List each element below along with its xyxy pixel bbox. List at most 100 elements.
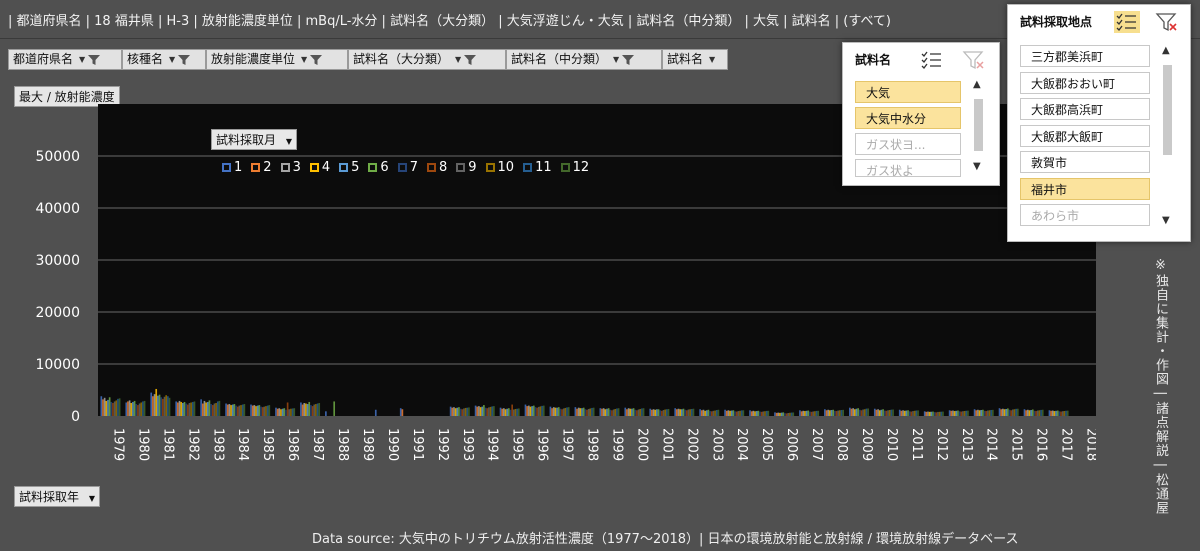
bar[interactable]	[157, 395, 159, 416]
bar[interactable]	[730, 410, 733, 416]
bar[interactable]	[609, 409, 612, 416]
bar[interactable]	[616, 408, 618, 416]
scroll-down-icon[interactable]: ▼	[1162, 215, 1170, 226]
bar[interactable]	[456, 407, 459, 416]
bar[interactable]	[905, 410, 908, 416]
bar[interactable]	[757, 410, 760, 416]
bar[interactable]	[636, 410, 638, 416]
bar[interactable]	[562, 408, 565, 416]
bar[interactable]	[1041, 409, 1044, 416]
bar[interactable]	[268, 405, 271, 416]
bar[interactable]	[817, 410, 820, 416]
bar[interactable]	[657, 409, 660, 416]
bar[interactable]	[451, 407, 454, 416]
bar[interactable]	[516, 408, 518, 416]
bar[interactable]	[105, 400, 108, 416]
bar[interactable]	[1048, 410, 1051, 416]
bar[interactable]	[1035, 411, 1037, 416]
bar[interactable]	[489, 406, 492, 416]
bar[interactable]	[478, 406, 480, 416]
bar[interactable]	[301, 404, 304, 416]
bar[interactable]	[674, 408, 677, 416]
bar[interactable]	[315, 404, 317, 416]
bar[interactable]	[333, 401, 336, 416]
bar[interactable]	[814, 411, 816, 416]
bar[interactable]	[735, 411, 738, 416]
bar[interactable]	[561, 409, 563, 416]
slicer-item[interactable]: 三方郡美浜町	[1020, 45, 1150, 67]
bar[interactable]	[863, 409, 866, 416]
bar[interactable]	[629, 408, 632, 416]
bar[interactable]	[987, 410, 989, 416]
bar[interactable]	[499, 407, 502, 416]
bar[interactable]	[293, 408, 296, 416]
bar[interactable]	[930, 411, 933, 416]
bar[interactable]	[860, 410, 863, 416]
bar[interactable]	[832, 409, 835, 416]
bar[interactable]	[749, 410, 751, 416]
bar[interactable]	[261, 407, 264, 416]
bar[interactable]	[656, 409, 658, 416]
bar[interactable]	[927, 411, 929, 416]
bar[interactable]	[700, 410, 703, 416]
bar[interactable]	[1012, 409, 1014, 417]
bar[interactable]	[681, 409, 683, 416]
bar[interactable]	[852, 408, 854, 416]
bar[interactable]	[666, 409, 668, 416]
bar[interactable]	[709, 411, 711, 416]
bar[interactable]	[614, 408, 617, 416]
slicer-item[interactable]: 大飯郡おおい町	[1020, 71, 1150, 94]
bar[interactable]	[1058, 411, 1061, 416]
bar[interactable]	[759, 411, 761, 416]
bar[interactable]	[556, 407, 558, 416]
bar[interactable]	[100, 396, 103, 416]
bar[interactable]	[973, 409, 976, 416]
bar[interactable]	[459, 408, 462, 416]
bar[interactable]	[265, 406, 267, 416]
bar[interactable]	[942, 411, 944, 416]
slicer-item[interactable]: あわら市	[1020, 204, 1150, 226]
bar[interactable]	[1033, 410, 1036, 416]
bar[interactable]	[476, 406, 479, 416]
slicer-item[interactable]: 大飯郡高浜町	[1020, 98, 1150, 120]
bar[interactable]	[128, 400, 131, 416]
bar[interactable]	[684, 409, 686, 416]
bar[interactable]	[992, 409, 994, 416]
bar[interactable]	[290, 408, 292, 416]
bar[interactable]	[165, 395, 168, 416]
bar[interactable]	[815, 410, 818, 416]
bar[interactable]	[734, 411, 736, 416]
bar[interactable]	[867, 408, 869, 416]
bar[interactable]	[1005, 408, 1008, 416]
bar[interactable]	[458, 407, 460, 416]
bar[interactable]	[464, 407, 467, 416]
bar[interactable]	[702, 409, 705, 416]
bar[interactable]	[606, 408, 608, 416]
bar[interactable]	[130, 403, 133, 416]
bar[interactable]	[103, 397, 106, 416]
bar[interactable]	[118, 398, 121, 416]
bar[interactable]	[163, 396, 166, 416]
bar[interactable]	[554, 407, 557, 416]
bar[interactable]	[311, 406, 314, 416]
scrollbar-thumb[interactable]	[974, 99, 983, 151]
bar[interactable]	[133, 400, 136, 416]
bar[interactable]	[1060, 411, 1062, 416]
filter-unit[interactable]: 放射能濃度単位 ▼	[206, 49, 348, 70]
bar[interactable]	[461, 409, 464, 416]
bar[interactable]	[980, 410, 983, 416]
bar[interactable]	[177, 402, 179, 416]
bar[interactable]	[211, 405, 214, 416]
bar[interactable]	[230, 405, 232, 416]
bar[interactable]	[180, 401, 182, 416]
bar[interactable]	[785, 413, 788, 416]
bar[interactable]	[537, 406, 540, 416]
clear-filter-icon[interactable]	[961, 49, 987, 71]
bar[interactable]	[1025, 410, 1027, 416]
bar[interactable]	[529, 406, 532, 416]
bar[interactable]	[840, 410, 843, 416]
bar[interactable]	[952, 410, 954, 416]
bar[interactable]	[155, 388, 158, 416]
bar[interactable]	[132, 401, 134, 416]
bar[interactable]	[493, 406, 495, 416]
